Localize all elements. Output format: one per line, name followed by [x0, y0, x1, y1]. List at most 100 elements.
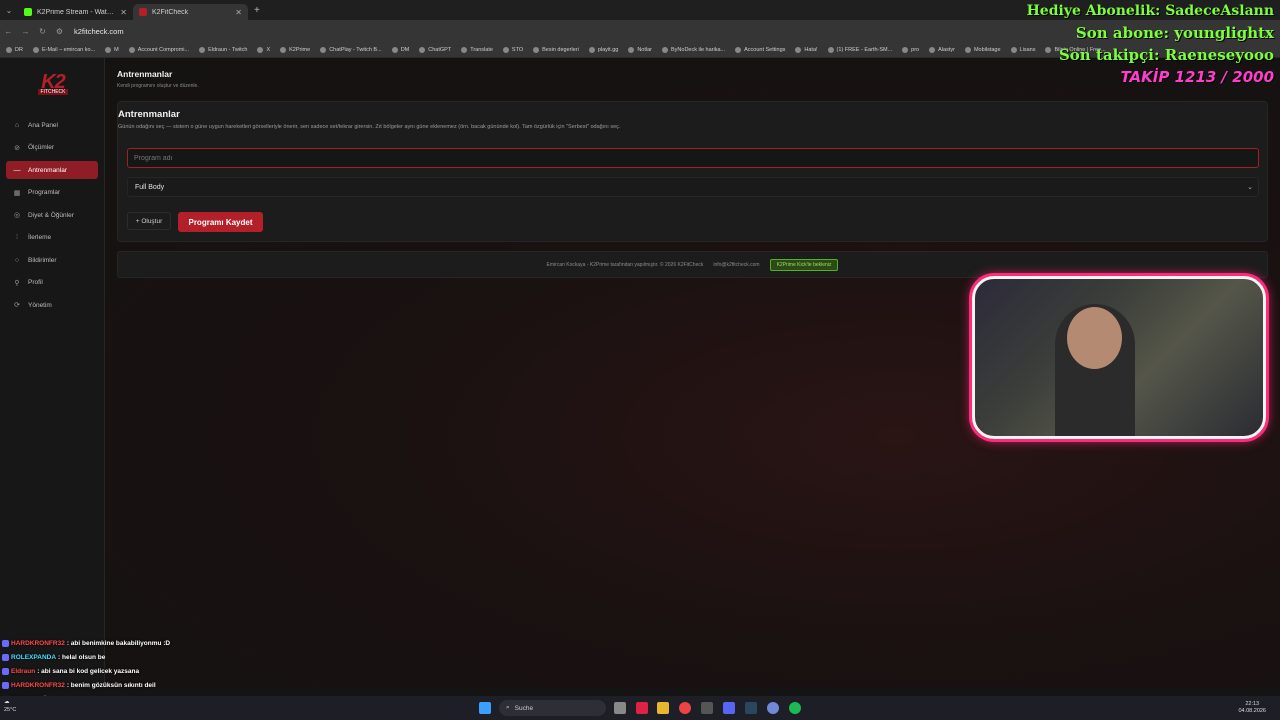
bookmark-label: M	[114, 46, 119, 53]
chat-badge-icon	[2, 667, 9, 675]
sidebar-item-label: Antrenmanlar	[28, 166, 68, 174]
bookmark-item[interactable]: M	[105, 46, 119, 53]
app-icon[interactable]	[701, 702, 713, 714]
chat-message: ROLEXPANDA: helal olsun be	[2, 650, 262, 664]
bookmark-label: Hata!	[804, 46, 818, 53]
chevron-down-icon: ⌄	[1247, 184, 1253, 191]
back-arrow-icon[interactable]: ←	[0, 27, 17, 36]
tab-search-icon[interactable]: ⌄	[0, 0, 18, 20]
bookmark-favicon-icon	[128, 46, 135, 53]
search-icon: ⌕	[506, 704, 510, 711]
bookmark-item[interactable]: playit.gg	[588, 46, 618, 53]
app-icon[interactable]	[723, 702, 735, 714]
start-icon[interactable]	[479, 702, 491, 714]
bookmark-item[interactable]: DM	[391, 46, 409, 53]
clock-time: 22:13	[1245, 701, 1260, 707]
weather-widget[interactable]: ☁ 25°C	[4, 698, 16, 714]
bookmark-label: Alastyr	[938, 46, 955, 53]
bookmark-item[interactable]: E-Mail – emircan ko...	[32, 46, 95, 53]
bookmark-item[interactable]: Besin degerleri	[533, 46, 579, 53]
spotify-icon[interactable]	[789, 702, 801, 714]
create-button[interactable]: + Oluştur	[127, 212, 171, 230]
sidebar-item-5[interactable]: ◎ Diyet & Öğünler	[6, 206, 98, 224]
sidebar-item-2[interactable]: ⊘ Ölçümler	[6, 139, 98, 157]
focus-select[interactable]: Full Body ⌄	[127, 177, 1259, 197]
bookmark-item[interactable]: Eldraun - Twitch	[199, 46, 247, 53]
sidebar-item-7[interactable]: ○ Bildirimler	[6, 251, 98, 269]
bookmark-item[interactable]: Alastyr	[929, 46, 955, 53]
reload-icon[interactable]: ↻	[34, 27, 51, 36]
file-explorer-icon[interactable]	[657, 702, 669, 714]
bookmark-item[interactable]: K2Prime	[280, 46, 310, 53]
browser-tab-k2fitcheck[interactable]: K2FitCheck ✕	[133, 4, 248, 20]
streamer-head	[1067, 307, 1122, 369]
bookmark-item[interactable]: STO	[502, 46, 523, 53]
taskbar-search[interactable]: ⌕ Suche	[499, 700, 606, 716]
bookmark-label: ByNoDeck ile harika...	[671, 46, 726, 53]
chat-text: : abi sana bi kod gelicek yazsana	[37, 667, 140, 675]
save-program-button[interactable]: Programı Kaydet	[178, 212, 263, 232]
task-view-icon[interactable]	[614, 702, 626, 714]
bookmark-item[interactable]: X	[257, 46, 270, 53]
steam-icon[interactable]	[745, 702, 757, 714]
footer-email-link[interactable]: info@k2fitcheck.com	[713, 262, 759, 268]
admin-icon: ⟳	[14, 302, 20, 309]
workout-program-card: Antrenmanlar Günün odağını seç — sistem …	[117, 101, 1268, 242]
gift-sub-text: Hediye Abonelik: SadeceAslann	[1026, 3, 1274, 19]
last-follower-text: Son takipçi: Raeneseyooo	[1058, 46, 1274, 64]
site-info-icon[interactable]: ⚙	[51, 27, 68, 36]
tab-title: K2Prime Stream - Watch Live o	[37, 8, 115, 16]
bookmark-favicon-icon	[105, 46, 112, 53]
sidebar-item-1[interactable]: ⌂ Ana Panel	[6, 116, 98, 134]
forward-arrow-icon[interactable]: →	[17, 27, 34, 36]
bookmark-item[interactable]: ChatGPT	[419, 46, 451, 53]
sidebar-nav: ⌂ Ana Panel ⊘ Ölçümler — Antrenmanlar ▦ Program…	[6, 116, 98, 319]
k2fitcheck-logo[interactable]: K2 FITCHECK	[18, 71, 88, 99]
browser-tab-k2prime-stream[interactable]: K2Prime Stream - Watch Live o ✕	[18, 4, 133, 20]
bookmark-item[interactable]: Mobilstage	[964, 46, 1001, 53]
bookmark-item[interactable]: pro	[902, 46, 919, 53]
bookmark-item[interactable]: (1) FREE - Earth-SM...	[827, 46, 893, 53]
sidebar-item-8[interactable]: ⚲ Profil	[6, 274, 98, 292]
bookmark-label: Notlar	[637, 46, 652, 53]
sidebar-item-3[interactable]: — Antrenmanlar	[6, 161, 98, 179]
close-tab-icon[interactable]: ✕	[235, 8, 242, 17]
bookmark-item[interactable]: Account Compromi...	[128, 46, 190, 53]
bell-icon: ○	[14, 256, 20, 264]
bookmark-label: Account Compromi...	[137, 46, 190, 53]
bookmark-favicon-icon	[662, 46, 668, 53]
new-tab-button[interactable]: +	[254, 5, 260, 16]
program-name-input[interactable]	[127, 148, 1259, 168]
weather-temp: 25°C	[4, 707, 17, 713]
discord-icon[interactable]	[767, 702, 779, 714]
bookmark-item[interactable]: Hata!	[795, 46, 818, 53]
sidebar-item-4[interactable]: ▦ Programlar	[6, 184, 98, 202]
bookmark-favicon-icon	[199, 46, 206, 53]
page-title: Antrenmanlar	[117, 69, 173, 79]
bookmark-item[interactable]: ChatPlay - Twitch B...	[320, 46, 382, 53]
bookmark-favicon-icon	[964, 46, 971, 53]
chrome-icon[interactable]	[679, 702, 691, 714]
bookmark-favicon-icon	[795, 46, 802, 53]
sidebar-item-label: Programlar	[28, 189, 61, 196]
last-sub-text: Son abone: younglightx	[1075, 24, 1274, 42]
system-clock[interactable]: 22:13 04.08.2026	[1238, 701, 1266, 715]
bookmark-item[interactable]: DR	[6, 46, 23, 53]
bookmark-favicon-icon	[533, 46, 540, 53]
sidebar-item-9[interactable]: ⟳ Yönetim	[6, 296, 98, 314]
close-tab-icon[interactable]: ✕	[120, 8, 127, 17]
weather-icon: ☁	[4, 699, 10, 705]
bookmark-favicon-icon	[280, 46, 287, 53]
browser-app-icon[interactable]	[636, 702, 648, 714]
tab-title: K2FitCheck	[152, 8, 189, 16]
kick-badge-link[interactable]: K2Prime Kick'te bekleniz	[769, 258, 839, 271]
bookmark-item[interactable]: ByNoDeck ile harika...	[662, 46, 726, 53]
bookmark-label: (1) FREE - Earth-SM...	[836, 46, 893, 53]
bookmark-favicon-icon	[6, 46, 12, 53]
bookmark-item[interactable]: Account Settings	[735, 46, 785, 53]
bookmark-item[interactable]: Notlar	[628, 46, 652, 53]
sidebar-item-6[interactable]: ⦙ İlerleme	[6, 229, 98, 247]
bookmark-item[interactable]: Translate	[461, 46, 493, 53]
url-field[interactable]: k2fitcheck.com	[74, 27, 124, 36]
sidebar-item-label: İlerleme	[28, 234, 52, 241]
